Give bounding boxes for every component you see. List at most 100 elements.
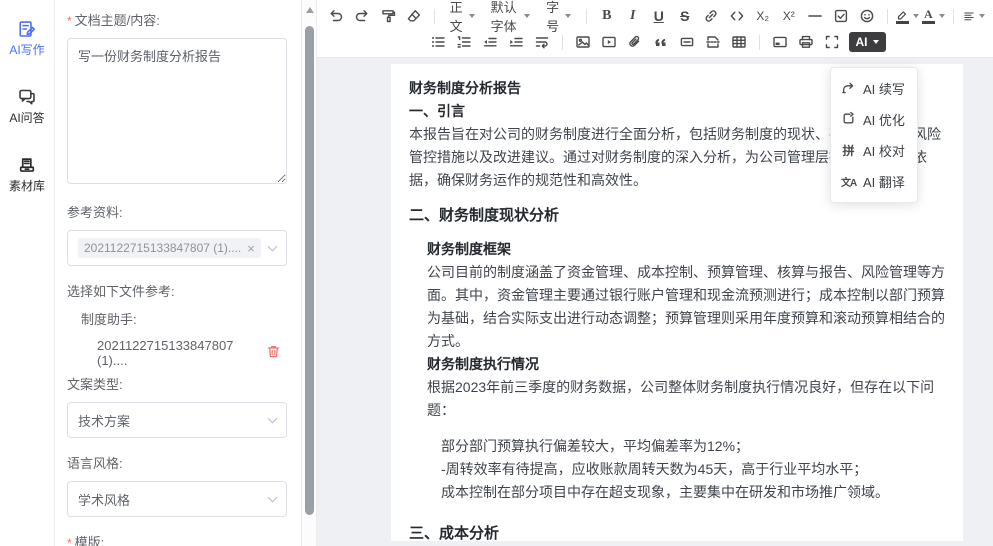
task-checkbox-icon[interactable] [828,5,854,27]
align-button[interactable] [961,5,987,27]
scrollbar-thumb[interactable] [305,26,314,515]
doc-edit-icon [18,20,36,38]
assistant-file-row: 2021122715133847807 (1).... [97,338,287,368]
chevron-down-icon [979,14,985,18]
proofread-icon: 拼 [841,142,856,159]
chevron-down-icon [469,14,475,18]
text-wrap-icon[interactable] [529,31,555,53]
reference-file-tag: 2021122715133847807 (1).... × [78,238,261,258]
doc-paragraph: 公司目前的制度涵盖了资金管理、成本控制、预算管理、核算与报告、风险管理等方面。其… [427,261,945,353]
doc-heading: 二、财务制度现状分析 [409,204,945,227]
translate-icon: 文A [841,174,856,189]
style-select[interactable]: 学术风格 [67,481,287,517]
redo-icon[interactable] [349,5,375,27]
doc-paragraph: 根据2023年前三季度的财务数据，公司整体财务制度执行情况良好，但存在以下问题： [427,376,945,422]
required-mark: * [67,14,72,28]
chevron-down-icon [268,241,278,251]
doc-list-line: 成本控制在部分项目中存在超支现象，主要集中在研发和市场推广领域。 [441,481,945,504]
nav-item-label: AI问答 [9,109,44,126]
copy-type-label: 文案类型: [67,374,287,393]
doc-heading: 三、成本分析 [409,522,945,541]
underline-button[interactable]: U [646,5,672,27]
left-nav-rail: AI写作 AI问答 素材库 [0,0,55,546]
chevron-down-icon [873,40,879,44]
link-icon[interactable] [698,5,724,27]
highlight-color-button[interactable] [894,5,920,27]
menu-item-ai-optimize[interactable]: AI 优化 [831,104,917,135]
writing-settings-panel: *文档主题/内容: 写一份财务制度分析报告 参考资料: 202112271513… [55,0,301,546]
template-label: *模版: [67,532,287,546]
insert-table-icon[interactable] [726,31,752,53]
format-painter-icon[interactable] [375,5,401,27]
toolbar-row-1: 正文 默认字体 字号 B I U S X₂ X² A [323,3,987,29]
copy-type-value: 技术方案 [78,411,269,430]
nav-item-ai-writing[interactable]: AI写作 [9,20,44,58]
strikethrough-button[interactable]: S [672,5,698,27]
toolbar-row-2: AI [323,29,987,55]
optimize-icon [841,111,856,129]
menu-item-ai-translate[interactable]: 文A AI 翻译 [831,166,917,197]
font-family-select[interactable]: 默认字体 [483,5,539,27]
doc-subheading: 财务制度框架 [427,238,945,261]
delete-file-icon[interactable] [266,344,281,362]
panel-scrollbar[interactable] [301,0,317,546]
preview-panel-icon[interactable] [767,31,793,53]
paragraph-style-select[interactable]: 正文 [442,5,483,27]
nav-item-ai-qa[interactable]: AI问答 [9,88,44,126]
fullscreen-icon[interactable] [819,31,845,53]
ordered-list-icon[interactable] [451,31,477,53]
page-break-icon[interactable] [700,31,726,53]
font-color-button[interactable]: A [920,5,946,27]
print-icon[interactable] [793,31,819,53]
chevron-down-icon [268,492,278,502]
undo-icon[interactable] [323,5,349,27]
app-window: AI写作 AI问答 素材库 *文档主题/内容: 写一份财务制度分析报告 参考资料… [0,0,993,546]
nav-item-material-library[interactable]: 素材库 [9,156,45,194]
code-icon[interactable] [724,5,750,27]
nav-item-label: 素材库 [9,177,45,194]
outdent-icon[interactable] [477,31,503,53]
insert-video-icon[interactable] [596,31,622,53]
subscript-button[interactable]: X₂ [750,5,776,27]
topic-label: *文档主题/内容: [67,10,287,29]
chevron-down-icon [939,14,945,18]
insert-image-icon[interactable] [570,31,596,53]
attachment-icon[interactable] [622,31,648,53]
reference-select[interactable]: 2021122715133847807 (1).... × [67,230,287,266]
editor-toolbar: 正文 默认字体 字号 B I U S X₂ X² A [317,0,993,58]
bold-button[interactable]: B [594,5,620,27]
eraser-icon[interactable] [401,5,427,27]
superscript-button[interactable]: X² [776,5,802,27]
chevron-down-icon [524,14,530,18]
style-label: 语言风格: [67,453,287,472]
assistant-file-name: 2021122715133847807 (1).... [97,338,266,368]
blockquote-icon[interactable] [648,31,674,53]
editor-pane: 正文 默认字体 字号 B I U S X₂ X² A [317,0,993,546]
emoji-icon[interactable] [854,5,880,27]
chevron-down-icon [913,14,919,18]
tag-close-icon[interactable]: × [247,242,255,255]
ai-dropdown-menu: AI 续写 AI 优化 拼 AI 校对 文A AI 翻译 [830,67,918,203]
italic-button[interactable]: I [620,5,646,27]
library-icon [18,156,36,174]
menu-item-ai-proofread[interactable]: 拼 AI 校对 [831,135,917,166]
divider-icon[interactable] [674,31,700,53]
doc-subheading: 财务制度执行情况 [427,353,945,376]
doc-list-line: -周转效率有待提高，应收账款周转天数为45天，高于行业平均水平； [441,458,945,481]
chevron-down-icon [565,14,571,18]
copy-type-select[interactable]: 技术方案 [67,402,287,438]
chevron-down-icon [268,413,278,423]
horizontal-rule-icon[interactable] [802,5,828,27]
reference-label: 参考资料: [67,202,287,221]
scroll-up-arrow-icon[interactable] [306,7,314,13]
ai-menu-button[interactable]: AI [849,32,886,52]
assistant-label: 制度助手: [81,309,287,328]
bullet-list-icon[interactable] [425,31,451,53]
continue-writing-icon [841,80,856,98]
file-section-label: 选择如下文件参考: [67,281,287,300]
menu-item-ai-continue[interactable]: AI 续写 [831,73,917,104]
topic-textarea[interactable]: 写一份财务制度分析报告 [67,38,287,184]
font-size-select[interactable]: 字号 [538,5,579,27]
style-value: 学术风格 [78,490,269,509]
indent-icon[interactable] [503,31,529,53]
